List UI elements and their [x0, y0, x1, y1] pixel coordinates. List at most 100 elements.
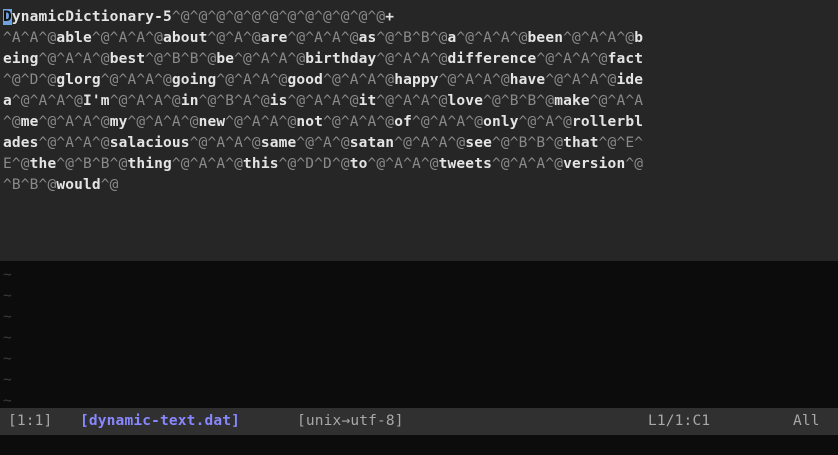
control-char-sequence: ^@^A^A^@ [171, 156, 244, 172]
control-char-sequence: ^@^A^@ [518, 114, 572, 130]
buffer-text: love [447, 93, 484, 109]
buffer-text: good [287, 72, 324, 88]
buffer-text: make [554, 93, 590, 109]
control-char-sequence: ^@^A^A^@ [323, 72, 395, 88]
control-char-sequence: ^B^B^@ [3, 177, 57, 193]
control-char-sequence: ^@^A^A^@ [287, 30, 359, 46]
buffer-text: in [180, 93, 199, 109]
control-char-sequence: ^@^B^B^@ [145, 51, 217, 67]
control-char-sequence: ^@^A^A^@ [11, 93, 84, 109]
empty-line-tilde: ~ [3, 351, 12, 367]
buffer-line: ^B^B^@would^@ [3, 175, 838, 196]
buffer-text: this [243, 156, 279, 172]
buffer-text: birthday [305, 51, 377, 67]
buffer-line: eing^@^A^A^@best^@^B^B^@be^@^A^A^@birthd… [3, 49, 838, 70]
control-char-sequence: ^@^A^A^@ [91, 30, 164, 46]
buffer-text: be [216, 51, 235, 67]
buffer-text: eing [3, 51, 39, 67]
vim-terminal-window: DynamicDictionary-5^@^@^@^@^@^@^@^@^@^@^… [0, 0, 838, 455]
buffer-text: see [465, 135, 492, 151]
buffer-text: not [296, 114, 324, 130]
buffer-text: glorg [56, 72, 101, 88]
buffer-line: ^A^A^@able^@^A^A^@about^@^A^@are^@^A^A^@… [3, 28, 838, 49]
buffer-text: version [563, 156, 626, 172]
control-char-sequence: ^@ [625, 156, 644, 172]
buffer-text: tweets [438, 156, 492, 172]
buffer-text: have [509, 72, 546, 88]
buffer-text: ynamicDictionary-5 [11, 9, 172, 25]
control-char-sequence: ^@^A^A^@ [234, 51, 306, 67]
control-char-sequence: ^@^A^A^@ [38, 51, 110, 67]
control-char-sequence: ^@^A^A^@ [411, 114, 484, 130]
control-char-sequence: ^@^B^A^@ [198, 93, 270, 109]
control-char-sequence: ^@^A^A^@ [376, 93, 448, 109]
control-char-sequence: ^@^A^A^@ [438, 72, 510, 88]
empty-line-tilde: ~ [3, 309, 12, 325]
control-char-sequence: E^@ [3, 156, 30, 172]
control-char-sequence: ^@^B^B^@ [483, 93, 555, 109]
buffer-line: DynamicDictionary-5^@^@^@^@^@^@^@^@^@^@^… [3, 7, 838, 28]
control-char-sequence: ^@^A^@ [207, 30, 261, 46]
empty-line-tilde: ~ [3, 372, 12, 388]
status-scroll-position: All [793, 413, 820, 429]
buffer-line: a^@^A^A^@I'm^@^A^A^@in^@^B^A^@is^@^A^A^@… [3, 91, 838, 112]
buffer-text: only [483, 114, 519, 130]
buffer-text: ades [3, 135, 39, 151]
status-cursor-position: [1:1] [8, 413, 53, 429]
editor-text-area[interactable]: DynamicDictionary-5^@^@^@^@^@^@^@^@^@^@^… [0, 0, 838, 261]
control-char-sequence: ^@^A^A^@ [456, 30, 528, 46]
control-char-sequence: ^@^A^A^@ [38, 135, 110, 151]
control-char-sequence: ^@^A^A^@ [536, 51, 608, 67]
control-char-sequence: ^@^A^A^@ [394, 135, 466, 151]
control-char-sequence: ^@^A^A^@ [367, 156, 439, 172]
control-char-sequence: ^@ [3, 114, 21, 130]
buffer-text: difference [447, 51, 537, 67]
control-char-sequence: ^@^B^B^@ [56, 156, 128, 172]
buffer-text: as [358, 30, 377, 46]
buffer-text: it [358, 93, 377, 109]
buffer-text: a [3, 93, 12, 109]
command-line[interactable] [0, 435, 838, 455]
buffer-text: happy [394, 72, 439, 88]
buffer-text: salacious [109, 135, 190, 151]
control-char-sequence: ^@^A^A^@ [127, 114, 199, 130]
buffer-text: thing [127, 156, 172, 172]
buffer-text: of [394, 114, 412, 130]
control-char-sequence: ^@^A^A^@ [545, 72, 617, 88]
buffer-line: ^@^D^@glorg^@^A^A^@going^@^A^A^@good^@^A… [3, 70, 838, 91]
buffer-text: fact [607, 51, 644, 67]
empty-line-tilde: ~ [3, 330, 12, 346]
control-char-sequence: ^@^A^A [589, 93, 644, 109]
cursor: D [3, 9, 12, 25]
status-line: [1:1] [dynamic-text.dat] [unix→utf-8] L1… [0, 408, 838, 435]
control-char-sequence: ^@^A^A^@ [491, 156, 564, 172]
buffer-text: me [20, 114, 39, 130]
control-char-sequence: ^@^A^A^@ [323, 114, 395, 130]
empty-line-tilde: ~ [3, 288, 12, 304]
buffer-text: + [385, 9, 395, 25]
control-char-sequence: ^@^A^A^@ [287, 93, 359, 109]
buffer-text: I'm [83, 93, 110, 109]
status-line-column: L1/1:C1 [648, 413, 711, 429]
buffer-text: best [109, 51, 146, 67]
control-char-sequence: ^@^A^A^@ [38, 114, 110, 130]
control-char-sequence: ^@^D^@ [3, 72, 57, 88]
control-char-sequence: ^A^A^@ [3, 30, 57, 46]
buffer-text: to [349, 156, 368, 172]
control-char-sequence: ^@^A^A^@ [376, 51, 448, 67]
control-char-sequence: ^@^A^A^@ [100, 72, 172, 88]
empty-line-tilde: ~ [3, 267, 12, 283]
buffer-text: same [260, 135, 297, 151]
control-char-sequence: ^@^D^D^@ [278, 156, 350, 172]
buffer-line: E^@the^@^B^B^@thing^@^A^A^@this^@^D^D^@t… [3, 154, 838, 175]
buffer-text: been [527, 30, 564, 46]
buffer-text: are [260, 30, 288, 46]
control-char-sequence: ^@^@^@^@^@^@^@^@^@^@^@^@ [171, 9, 386, 25]
control-char-sequence: ^@^A^@ [296, 135, 350, 151]
control-char-sequence: ^@^A^A^@ [563, 30, 635, 46]
control-char-sequence: ^@^B^B^@ [376, 30, 448, 46]
buffer-line: ^@me^@^A^A^@my^@^A^A^@new^@^A^A^@not^@^A… [3, 112, 838, 133]
buffer-text: is [269, 93, 288, 109]
buffer-text: b [634, 30, 644, 46]
control-char-sequence: ^@ [100, 177, 119, 193]
